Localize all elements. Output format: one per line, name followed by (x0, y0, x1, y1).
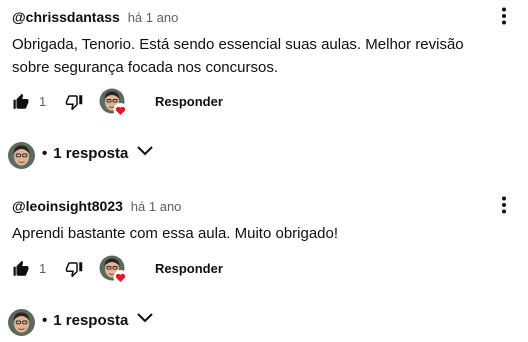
thumb-down-icon[interactable] (65, 260, 83, 278)
replies-count-link[interactable]: • 1 resposta (42, 145, 154, 162)
chevron-down-icon[interactable] (136, 144, 154, 161)
reply-button[interactable]: Responder (141, 256, 237, 282)
replies-toggle[interactable]: • 1 resposta (0, 140, 300, 172)
like-count: 1 (39, 261, 47, 276)
chevron-down-icon[interactable] (136, 311, 154, 328)
heart-icon (113, 103, 128, 117)
more-vert-icon[interactable] (494, 6, 514, 26)
replies-count-link[interactable]: • 1 resposta (42, 312, 154, 329)
thumb-down-icon[interactable] (65, 93, 83, 111)
reply-author-avatar (8, 142, 35, 169)
comment-text: Aprendi bastante com essa aula. Muito ob… (12, 225, 339, 242)
comment-text: Obrigada, Tenorio. Está sendo essencial … (12, 36, 464, 76)
comment-author[interactable]: @leoinsight8023 (12, 198, 123, 214)
comment-actions: 1 Responder (0, 253, 528, 285)
comment-timestamp[interactable]: há 1 ano (131, 199, 182, 214)
heart-icon (113, 270, 128, 284)
comment-actions: 1 Responder (0, 86, 528, 118)
creator-heart-avatar (99, 255, 129, 285)
comment-author[interactable]: @chrissdantass (12, 9, 120, 25)
replies-count-label[interactable]: 1 resposta (53, 145, 128, 162)
comment-timestamp[interactable]: há 1 ano (128, 10, 179, 25)
reply-author-avatar (8, 309, 35, 336)
bullet-separator: • (42, 145, 48, 162)
replies-toggle[interactable]: • 1 resposta (0, 307, 300, 339)
reply-button[interactable]: Responder (141, 89, 237, 115)
creator-heart-avatar (99, 88, 129, 118)
thumb-up-icon[interactable] (12, 260, 30, 278)
like-count: 1 (39, 94, 47, 109)
replies-count-label[interactable]: 1 resposta (53, 312, 128, 329)
comment-header: @chrissdantass há 1 ano (12, 8, 178, 27)
bullet-separator: • (42, 312, 48, 329)
thumb-up-icon[interactable] (12, 93, 30, 111)
comment-header: @leoinsight8023 há 1 ano (12, 197, 181, 216)
more-vert-icon[interactable] (494, 195, 514, 215)
